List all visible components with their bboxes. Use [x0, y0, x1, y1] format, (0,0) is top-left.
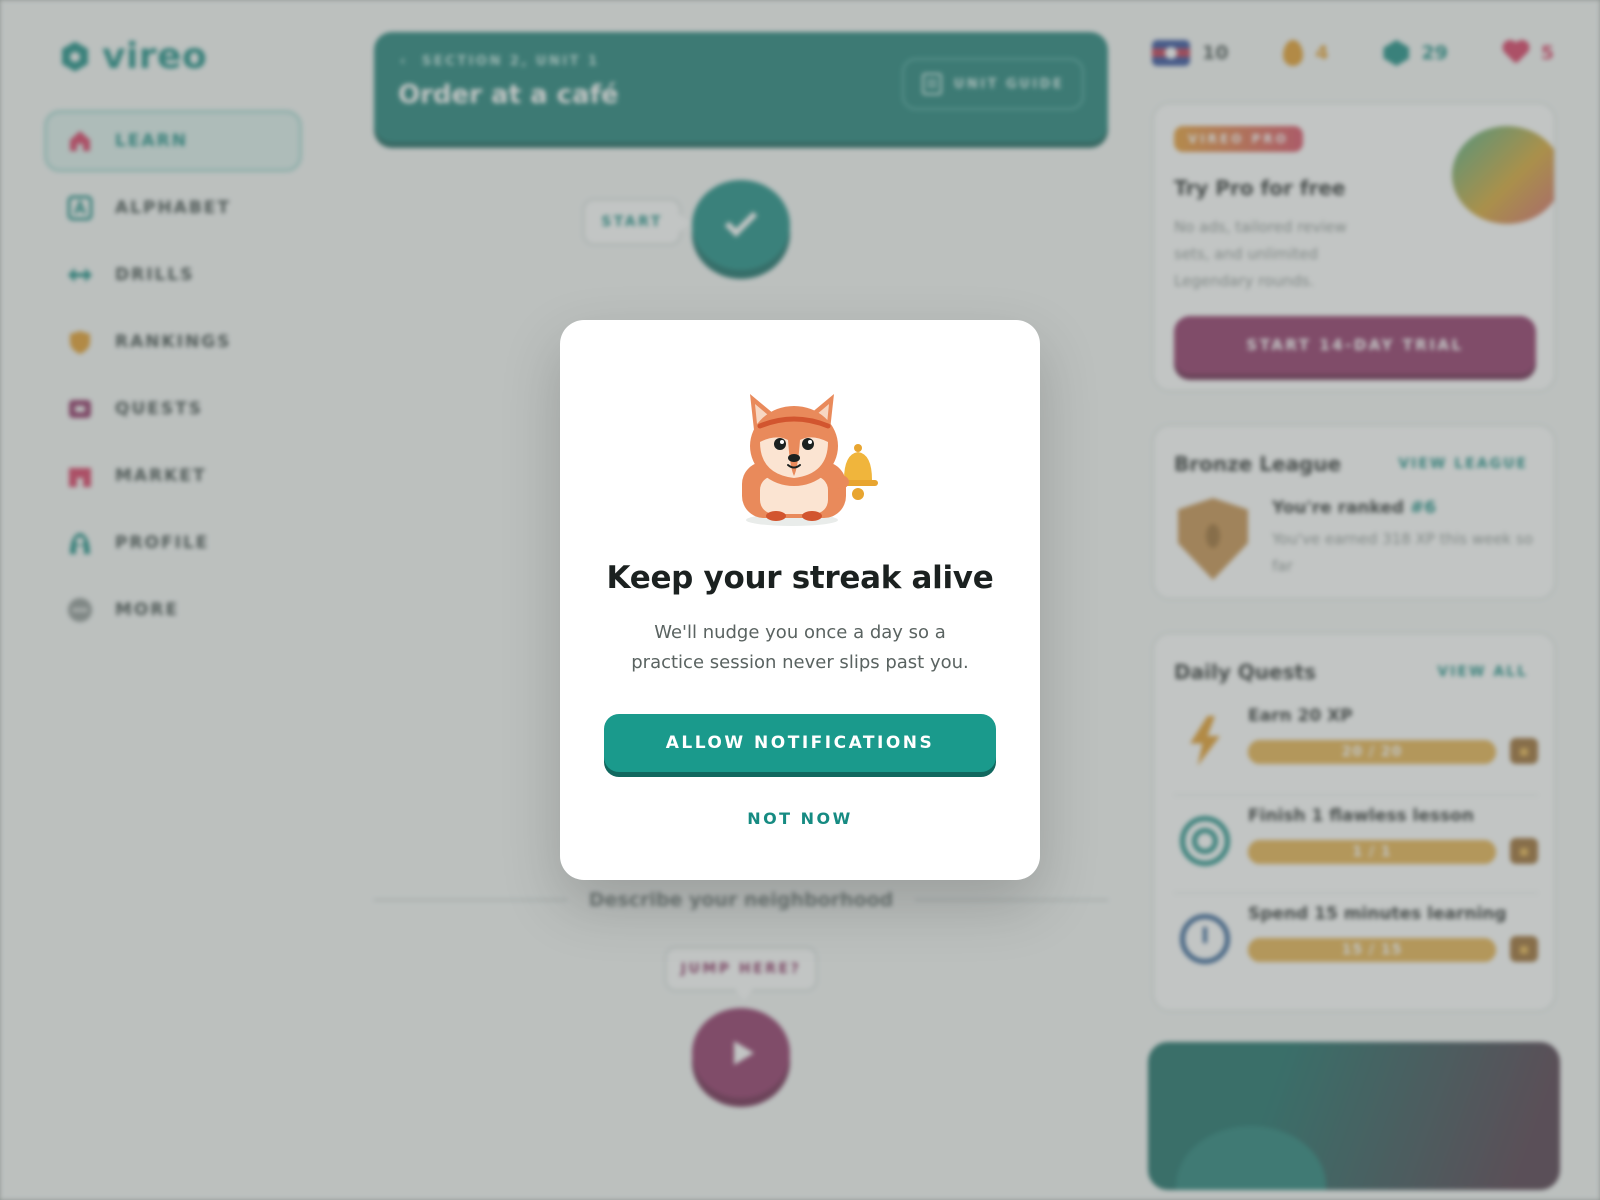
- not-now-button[interactable]: NOT NOW: [700, 800, 900, 836]
- modal-title: Keep your streak alive: [606, 560, 994, 596]
- notification-permission-modal: Keep your streak alive We'll nudge you o…: [560, 320, 1040, 880]
- fox-with-bell-icon: [742, 394, 878, 526]
- modal-body: We'll nudge you once a day so a practice…: [631, 622, 969, 673]
- allow-notifications-button[interactable]: ALLOW NOTIFICATIONS: [604, 714, 996, 772]
